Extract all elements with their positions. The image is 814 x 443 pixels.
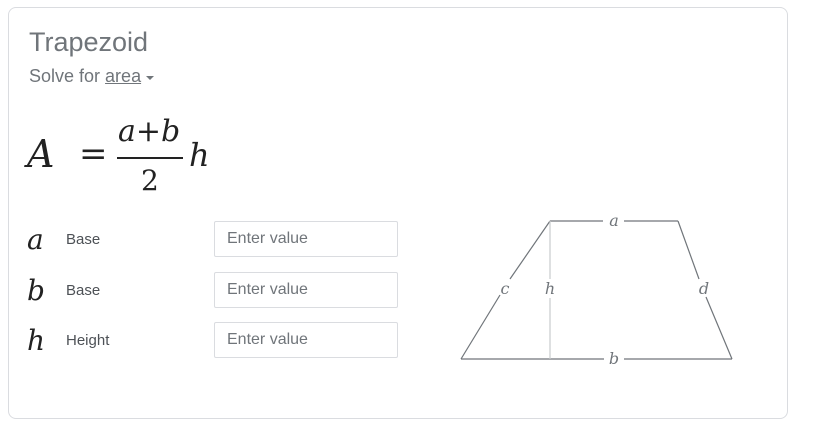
input-label: Base bbox=[66, 231, 101, 248]
diagram-label-b: b bbox=[609, 349, 619, 368]
input-symbol: a bbox=[27, 223, 44, 256]
solve-for-selector[interactable]: Solve for area bbox=[29, 66, 155, 87]
formula-multiplier: h bbox=[189, 136, 210, 174]
left-edge-upper bbox=[509, 220, 551, 280]
formula-denominator: 2 bbox=[141, 164, 159, 197]
numerator-a: a bbox=[118, 114, 136, 149]
fraction-bar bbox=[117, 157, 183, 159]
solve-for-prefix: Solve for bbox=[29, 66, 101, 86]
trapezoid-diagram: a b c d h bbox=[460, 211, 733, 368]
input-symbol: h bbox=[27, 324, 46, 357]
formula-lhs: A bbox=[27, 132, 55, 176]
input-label: Base bbox=[66, 282, 101, 299]
input-symbol: b bbox=[27, 274, 45, 307]
numerator-plus: + bbox=[135, 114, 162, 149]
diagram-label-c: c bbox=[501, 279, 510, 298]
diagram-label-h: h bbox=[545, 279, 555, 298]
input-label: Height bbox=[66, 332, 110, 349]
base-a-input[interactable] bbox=[214, 221, 398, 257]
diagram-label-a: a bbox=[609, 211, 619, 230]
solve-for-target-dropdown[interactable]: area bbox=[105, 66, 141, 87]
formula-equals: = bbox=[79, 134, 108, 174]
numerator-b: b bbox=[161, 114, 181, 149]
base-b-input[interactable] bbox=[214, 272, 398, 308]
formula-numerator: a+b bbox=[118, 114, 180, 149]
caret-down-icon[interactable] bbox=[146, 75, 155, 80]
height-h-input[interactable] bbox=[214, 322, 398, 358]
calculator-title: Trapezoid bbox=[29, 27, 149, 57]
left-edge-lower bbox=[460, 294, 501, 360]
right-edge-upper bbox=[677, 220, 700, 280]
right-edge-lower bbox=[705, 296, 733, 360]
diagram-label-d: d bbox=[699, 279, 709, 298]
